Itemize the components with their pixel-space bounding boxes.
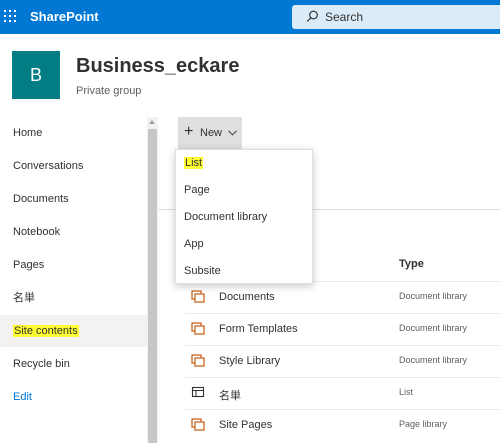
nav-item-site-contents[interactable]: Site contents: [0, 315, 147, 347]
table-row[interactable]: Style Library Document library: [185, 345, 500, 377]
new-button[interactable]: + New: [178, 117, 242, 149]
search-placeholder: Search: [325, 10, 364, 24]
scrollbar-thumb[interactable]: [148, 129, 157, 443]
menu-item-label: Document library: [184, 211, 268, 223]
nav-item-label: 名単: [13, 292, 35, 304]
row-type: Document library: [399, 291, 468, 301]
nav-item-label: Pages: [13, 259, 45, 271]
nav-item-documents[interactable]: Documents: [0, 183, 147, 215]
menu-item-document-library[interactable]: Document library: [176, 204, 314, 231]
nav-item-label: Edit: [13, 391, 32, 403]
nav-item-list-mingdan[interactable]: 名単: [0, 282, 147, 314]
site-subtitle: Private group: [76, 85, 142, 97]
menu-item-label: Subsite: [184, 265, 221, 277]
menu-item-page[interactable]: Page: [176, 177, 314, 204]
row-type: Document library: [399, 355, 468, 365]
nav-item-conversations[interactable]: Conversations: [0, 150, 147, 182]
suite-bar: SharePoint Search: [0, 0, 500, 34]
nav-scrollbar[interactable]: [147, 117, 158, 443]
row-name[interactable]: 名単: [219, 387, 241, 403]
search-box[interactable]: Search: [292, 5, 500, 29]
menu-item-label: App: [184, 238, 204, 250]
row-name[interactable]: Style Library: [219, 355, 280, 367]
search-icon: [306, 10, 318, 22]
new-dropdown-menu: List Page Document library App Subsite: [175, 149, 313, 284]
page-library-icon: [191, 418, 205, 431]
row-name[interactable]: Form Templates: [219, 323, 298, 335]
scroll-up-arrow-icon[interactable]: [149, 120, 155, 124]
nav-item-label: Notebook: [13, 226, 61, 238]
menu-item-subsite[interactable]: Subsite: [176, 258, 314, 285]
column-header-type[interactable]: Type: [399, 258, 424, 270]
nav-item-home[interactable]: Home: [0, 117, 147, 149]
row-name[interactable]: Documents: [219, 291, 275, 303]
row-type: Document library: [399, 323, 468, 333]
row-name[interactable]: Site Pages: [219, 419, 272, 431]
document-library-icon: [191, 354, 205, 367]
nav-item-label: Documents: [13, 193, 69, 205]
site-logo[interactable]: B: [12, 51, 60, 99]
row-type: Page library: [399, 419, 448, 429]
new-button-label: New: [200, 127, 223, 139]
menu-item-label: List: [184, 157, 204, 169]
command-bar: + New: [158, 117, 500, 149]
menu-item-list[interactable]: List: [176, 150, 314, 177]
site-title[interactable]: Business_eckare: [76, 55, 239, 78]
menu-item-label: Page: [184, 184, 210, 196]
menu-item-app[interactable]: App: [176, 231, 314, 258]
chevron-down-icon: [228, 130, 237, 136]
nav-item-label: Conversations: [13, 160, 84, 172]
nav-item-label: Recycle bin: [13, 358, 70, 370]
nav-item-label: Home: [13, 127, 43, 139]
left-navigation: Home Conversations Documents Notebook Pa…: [0, 117, 147, 443]
table-row[interactable]: Documents Document library: [185, 281, 500, 313]
nav-edit-link[interactable]: Edit: [0, 381, 147, 413]
document-library-icon: [191, 290, 205, 303]
app-name-link[interactable]: SharePoint: [30, 9, 99, 24]
nav-item-recycle-bin[interactable]: Recycle bin: [0, 348, 147, 380]
list-icon: [191, 386, 205, 398]
plus-icon: +: [184, 123, 194, 140]
row-type: List: [399, 387, 414, 397]
nav-item-notebook[interactable]: Notebook: [0, 216, 147, 248]
document-library-icon: [191, 322, 205, 335]
app-launcher-icon[interactable]: [0, 0, 24, 34]
table-row[interactable]: Form Templates Document library: [185, 313, 500, 345]
nav-item-pages[interactable]: Pages: [0, 249, 147, 281]
nav-item-label: Site contents: [13, 325, 79, 337]
table-row[interactable]: 名単 List: [185, 377, 500, 409]
table-row[interactable]: Site Pages Page library: [185, 409, 500, 441]
